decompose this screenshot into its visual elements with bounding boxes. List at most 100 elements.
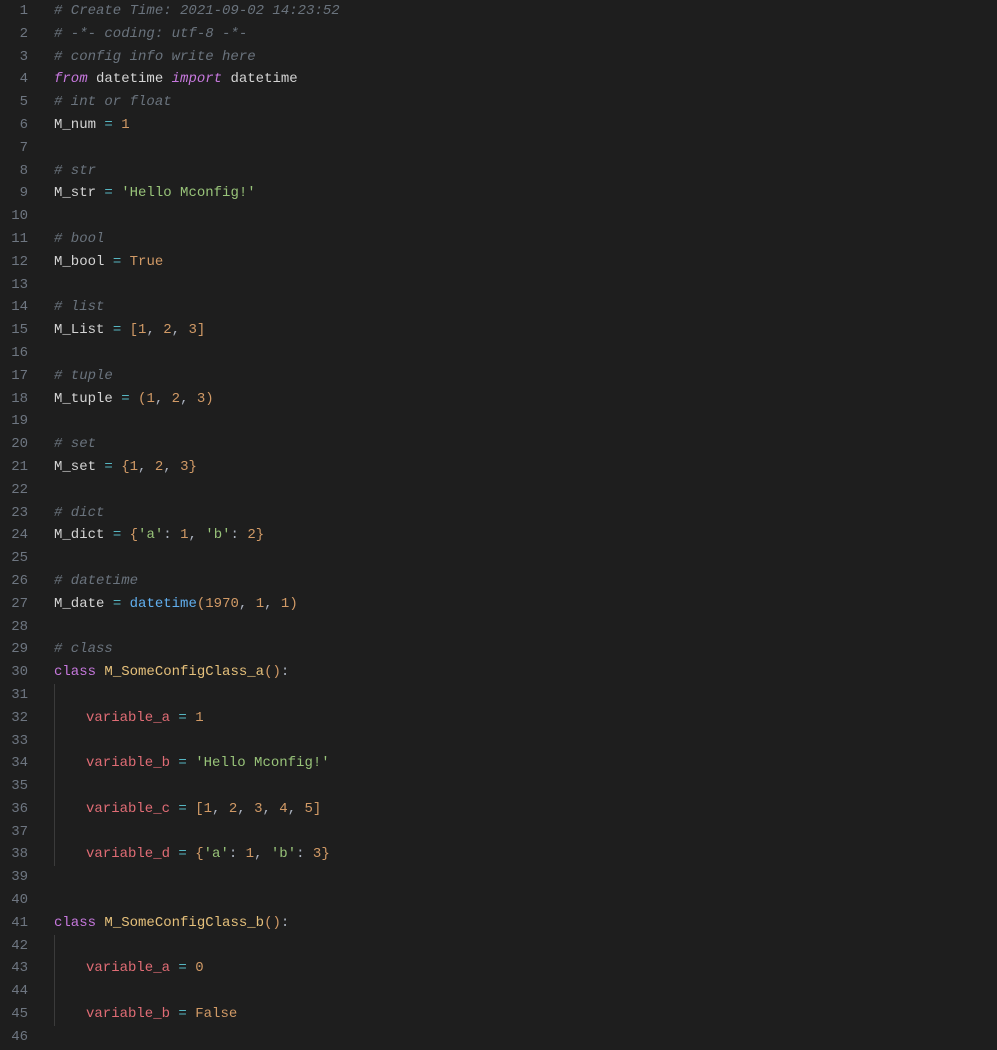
code-line[interactable]: variable_b = 'Hello Mconfig!' xyxy=(54,752,997,775)
code-line[interactable]: # str xyxy=(54,160,997,183)
indent-guide xyxy=(54,730,55,753)
code-line[interactable]: M_str = 'Hello Mconfig!' xyxy=(54,182,997,205)
code-line[interactable]: # tuple xyxy=(54,365,997,388)
line-number: 34 xyxy=(0,752,28,775)
bracket: ] xyxy=(313,801,321,817)
code-line[interactable]: variable_d = {'a': 1, 'b': 3} xyxy=(54,843,997,866)
line-number: 43 xyxy=(0,957,28,980)
code-line[interactable]: M_bool = True xyxy=(54,251,997,274)
code-line[interactable]: M_tuple = (1, 2, 3) xyxy=(54,388,997,411)
indent-guide xyxy=(54,957,86,980)
line-number: 7 xyxy=(0,137,28,160)
code-line[interactable]: variable_b = False xyxy=(54,1003,997,1026)
comment: # str xyxy=(54,163,96,179)
operator: = xyxy=(104,596,129,612)
code-line[interactable]: # int or float xyxy=(54,91,997,114)
operator: = xyxy=(104,322,129,338)
number: 1 xyxy=(246,846,254,862)
code-line[interactable] xyxy=(54,730,997,753)
code-line[interactable] xyxy=(54,775,997,798)
line-number: 11 xyxy=(0,228,28,251)
punctuation: , xyxy=(237,801,254,817)
string: 'Hello Mconfig!' xyxy=(195,755,329,771)
code-line[interactable] xyxy=(54,274,997,297)
code-line[interactable]: # -*- coding: utf-8 -*- xyxy=(54,23,997,46)
number: 2 xyxy=(155,459,163,475)
class-name: M_SomeConfigClass_b xyxy=(104,915,264,931)
code-line[interactable] xyxy=(54,980,997,1003)
line-number: 30 xyxy=(0,661,28,684)
code-line[interactable] xyxy=(54,1026,997,1049)
code-line[interactable]: # Create Time: 2021-09-02 14:23:52 xyxy=(54,0,997,23)
line-number: 4 xyxy=(0,68,28,91)
keyword: from xyxy=(54,71,88,87)
code-line[interactable]: M_List = [1, 2, 3] xyxy=(54,319,997,342)
code-line[interactable] xyxy=(54,342,997,365)
comment: # list xyxy=(54,299,104,315)
line-number: 32 xyxy=(0,707,28,730)
code-line[interactable] xyxy=(54,935,997,958)
line-number: 3 xyxy=(0,46,28,69)
comment: # Create Time: 2021-09-02 14:23:52 xyxy=(54,3,340,19)
indent-guide xyxy=(54,798,86,821)
code-line[interactable]: class M_SomeConfigClass_a(): xyxy=(54,661,997,684)
bracket: [ xyxy=(195,801,203,817)
line-number: 10 xyxy=(0,205,28,228)
indent-guide xyxy=(54,821,55,844)
code-editor[interactable]: 1 2 3 4 5 6 7 8 9 10 11 12 13 14 15 16 1… xyxy=(0,0,997,1050)
operator: = xyxy=(104,254,129,270)
code-line[interactable] xyxy=(54,479,997,502)
code-line[interactable]: variable_a = 0 xyxy=(54,957,997,980)
line-number: 20 xyxy=(0,433,28,456)
line-number: 6 xyxy=(0,114,28,137)
code-line[interactable]: # dict xyxy=(54,502,997,525)
code-line[interactable]: class M_SomeConfigClass_b(): xyxy=(54,912,997,935)
code-line[interactable] xyxy=(54,547,997,570)
code-line[interactable]: # datetime xyxy=(54,570,997,593)
paren: ) xyxy=(205,391,213,407)
comment: # -*- coding: utf-8 -*- xyxy=(54,26,247,42)
bracket: [ xyxy=(130,322,138,338)
code-line[interactable] xyxy=(54,866,997,889)
code-line[interactable]: variable_a = 1 xyxy=(54,707,997,730)
punctuation: , xyxy=(262,801,279,817)
number: 2 xyxy=(172,391,180,407)
code-line[interactable]: variable_c = [1, 2, 3, 4, 5] xyxy=(54,798,997,821)
punctuation: , xyxy=(254,846,271,862)
code-line[interactable]: # class xyxy=(54,638,997,661)
code-line[interactable]: M_date = datetime(1970, 1, 1) xyxy=(54,593,997,616)
code-line[interactable] xyxy=(54,684,997,707)
code-line[interactable]: # config info write here xyxy=(54,46,997,69)
brace: } xyxy=(256,527,264,543)
code-line[interactable]: from datetime import datetime xyxy=(54,68,997,91)
string: 'b' xyxy=(271,846,296,862)
code-line[interactable]: M_set = {1, 2, 3} xyxy=(54,456,997,479)
code-line[interactable] xyxy=(54,205,997,228)
code-line[interactable]: M_dict = {'a': 1, 'b': 2} xyxy=(54,524,997,547)
code-line[interactable] xyxy=(54,410,997,433)
code-line[interactable]: # set xyxy=(54,433,997,456)
code-line[interactable] xyxy=(54,889,997,912)
string: 'Hello Mconfig!' xyxy=(121,185,255,201)
code-line[interactable]: M_num = 1 xyxy=(54,114,997,137)
bracket: ] xyxy=(197,322,205,338)
line-number: 18 xyxy=(0,388,28,411)
paren: () xyxy=(264,915,281,931)
code-line[interactable]: # bool xyxy=(54,228,997,251)
indent-guide xyxy=(54,752,86,775)
code-line[interactable] xyxy=(54,821,997,844)
brace: { xyxy=(130,527,138,543)
code-line[interactable] xyxy=(54,137,997,160)
line-number: 25 xyxy=(0,547,28,570)
line-number: 29 xyxy=(0,638,28,661)
code-area[interactable]: # Create Time: 2021-09-02 14:23:52 # -*-… xyxy=(42,0,997,1050)
number: 2 xyxy=(247,527,255,543)
number: 4 xyxy=(279,801,287,817)
code-line[interactable]: # list xyxy=(54,296,997,319)
punctuation: : xyxy=(229,846,246,862)
operator: = xyxy=(170,755,195,771)
code-line[interactable] xyxy=(54,616,997,639)
brace: } xyxy=(188,459,196,475)
variable: variable_b xyxy=(86,1006,170,1022)
operator: = xyxy=(170,710,195,726)
